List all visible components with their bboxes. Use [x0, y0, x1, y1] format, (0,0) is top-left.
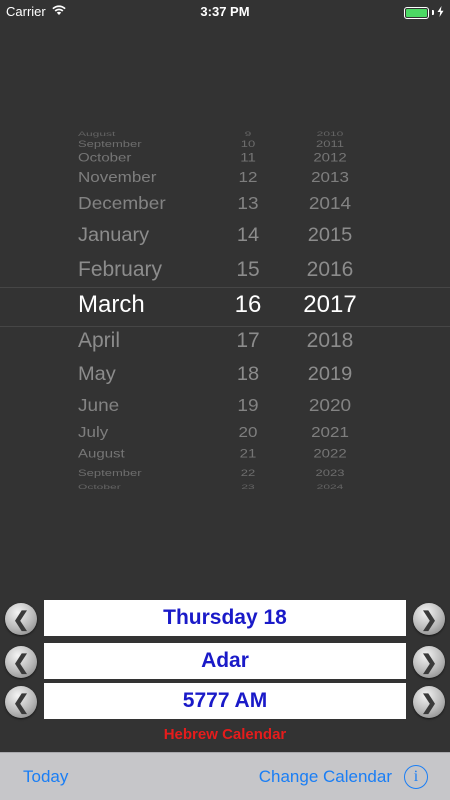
picker-day: 15: [236, 258, 260, 281]
picker-month: July: [78, 423, 109, 441]
picker-year: 2014: [308, 194, 352, 214]
picker-row-selected[interactable]: March 16 2017: [0, 291, 450, 321]
status-time: 3:37 PM: [200, 4, 250, 19]
chevron-left-icon: ❮: [12, 691, 30, 714]
chevron-right-icon: ❯: [420, 691, 438, 714]
calendar-type-label: Hebrew Calendar: [163, 726, 287, 743]
hebrew-month-value[interactable]: Adar: [44, 643, 406, 679]
picker-year: 2020: [308, 396, 352, 416]
next-day-button[interactable]: ❯: [413, 603, 445, 635]
picker-day: 11: [240, 151, 256, 165]
picker-month: December: [78, 194, 166, 214]
picker-day: 21: [239, 447, 257, 461]
picker-day: 16: [234, 291, 262, 318]
picker-day: 14: [236, 224, 260, 246]
day-stepper: ❮ Thursday 18 ❯: [0, 600, 450, 638]
picker-month: November: [78, 168, 157, 186]
picker-day: 19: [237, 396, 259, 416]
picker-day: 22: [240, 467, 256, 479]
picker-year: 2021: [311, 423, 349, 441]
chevron-left-icon: ❮: [12, 608, 30, 631]
battery-icon: [404, 6, 429, 19]
picker-year: 2024: [316, 482, 344, 490]
picker-month: October: [78, 482, 121, 490]
previous-year-button[interactable]: ❮: [5, 686, 37, 718]
picker-month: March: [78, 291, 145, 318]
picker-year: 2011: [316, 138, 344, 150]
today-button[interactable]: Today: [23, 767, 68, 787]
picker-year: 2017: [303, 291, 357, 318]
hebrew-year-value[interactable]: 5777 AM: [44, 683, 406, 719]
bolt-icon: [437, 5, 444, 20]
picker-month: August: [78, 447, 125, 461]
chevron-right-icon: ❯: [420, 608, 438, 631]
picker-row[interactable]: November 12 2013: [0, 169, 450, 195]
picker-day: 20: [238, 423, 258, 441]
picker-month: August: [78, 129, 116, 138]
next-month-button[interactable]: ❯: [413, 646, 445, 678]
hebrew-day-value[interactable]: Thursday 18: [44, 600, 406, 636]
picker-day: 13: [237, 194, 259, 214]
chevron-left-icon: ❮: [12, 651, 30, 674]
picker-month: May: [78, 363, 116, 385]
month-stepper: ❮ Adar ❯: [0, 643, 450, 681]
previous-day-button[interactable]: ❮: [5, 603, 37, 635]
picker-row[interactable]: April 17 2018: [0, 329, 450, 359]
previous-month-button[interactable]: ❮: [5, 646, 37, 678]
picker-year: 2016: [306, 258, 354, 281]
picker-row[interactable]: January 14 2015: [0, 224, 450, 253]
picker-year: 2012: [313, 151, 347, 165]
change-calendar-button[interactable]: Change Calendar: [259, 767, 392, 787]
picker-year: 2015: [307, 224, 353, 246]
info-icon[interactable]: i: [404, 765, 428, 789]
picker-row[interactable]: December 13 2014: [0, 194, 450, 222]
picker-day: 12: [238, 168, 258, 186]
picker-month: September: [78, 467, 142, 479]
picker-year: 2019: [307, 363, 353, 385]
picker-month: June: [78, 396, 120, 416]
picker-day: 10: [240, 138, 256, 150]
date-picker[interactable]: August 9 2010 September 10 2011 October 11 2012 N…: [0, 118, 450, 490]
picker-day: 23: [241, 482, 255, 490]
picker-month: April: [78, 329, 121, 352]
picker-day: 18: [236, 363, 260, 385]
picker-day: 17: [236, 329, 260, 352]
picker-row[interactable]: February 15 2016: [0, 258, 450, 288]
picker-month: October: [78, 151, 132, 165]
bottom-toolbar: Today Change Calendar i: [0, 752, 450, 800]
status-right: [404, 5, 444, 20]
year-stepper: ❮ 5777 AM ❯: [0, 683, 450, 721]
status-bar: Carrier 3:37 PM: [0, 0, 450, 22]
picker-month: February: [78, 258, 163, 281]
picker-year: 2010: [316, 129, 344, 138]
picker-year: 2022: [313, 447, 347, 461]
picker-month: September: [78, 138, 142, 150]
picker-row[interactable]: October 23 2024: [0, 483, 450, 490]
chevron-right-icon: ❯: [420, 651, 438, 674]
picker-row[interactable]: June 19 2020: [0, 396, 450, 424]
picker-year: 2013: [311, 168, 349, 186]
picker-row[interactable]: May 18 2019: [0, 363, 450, 392]
battery-fill: [406, 8, 427, 17]
picker-day: 9: [244, 129, 252, 138]
picker-year: 2023: [315, 467, 345, 479]
picker-month: January: [78, 224, 150, 246]
picker-year: 2018: [306, 329, 354, 352]
battery-tip: [432, 10, 434, 15]
next-year-button[interactable]: ❯: [413, 686, 445, 718]
